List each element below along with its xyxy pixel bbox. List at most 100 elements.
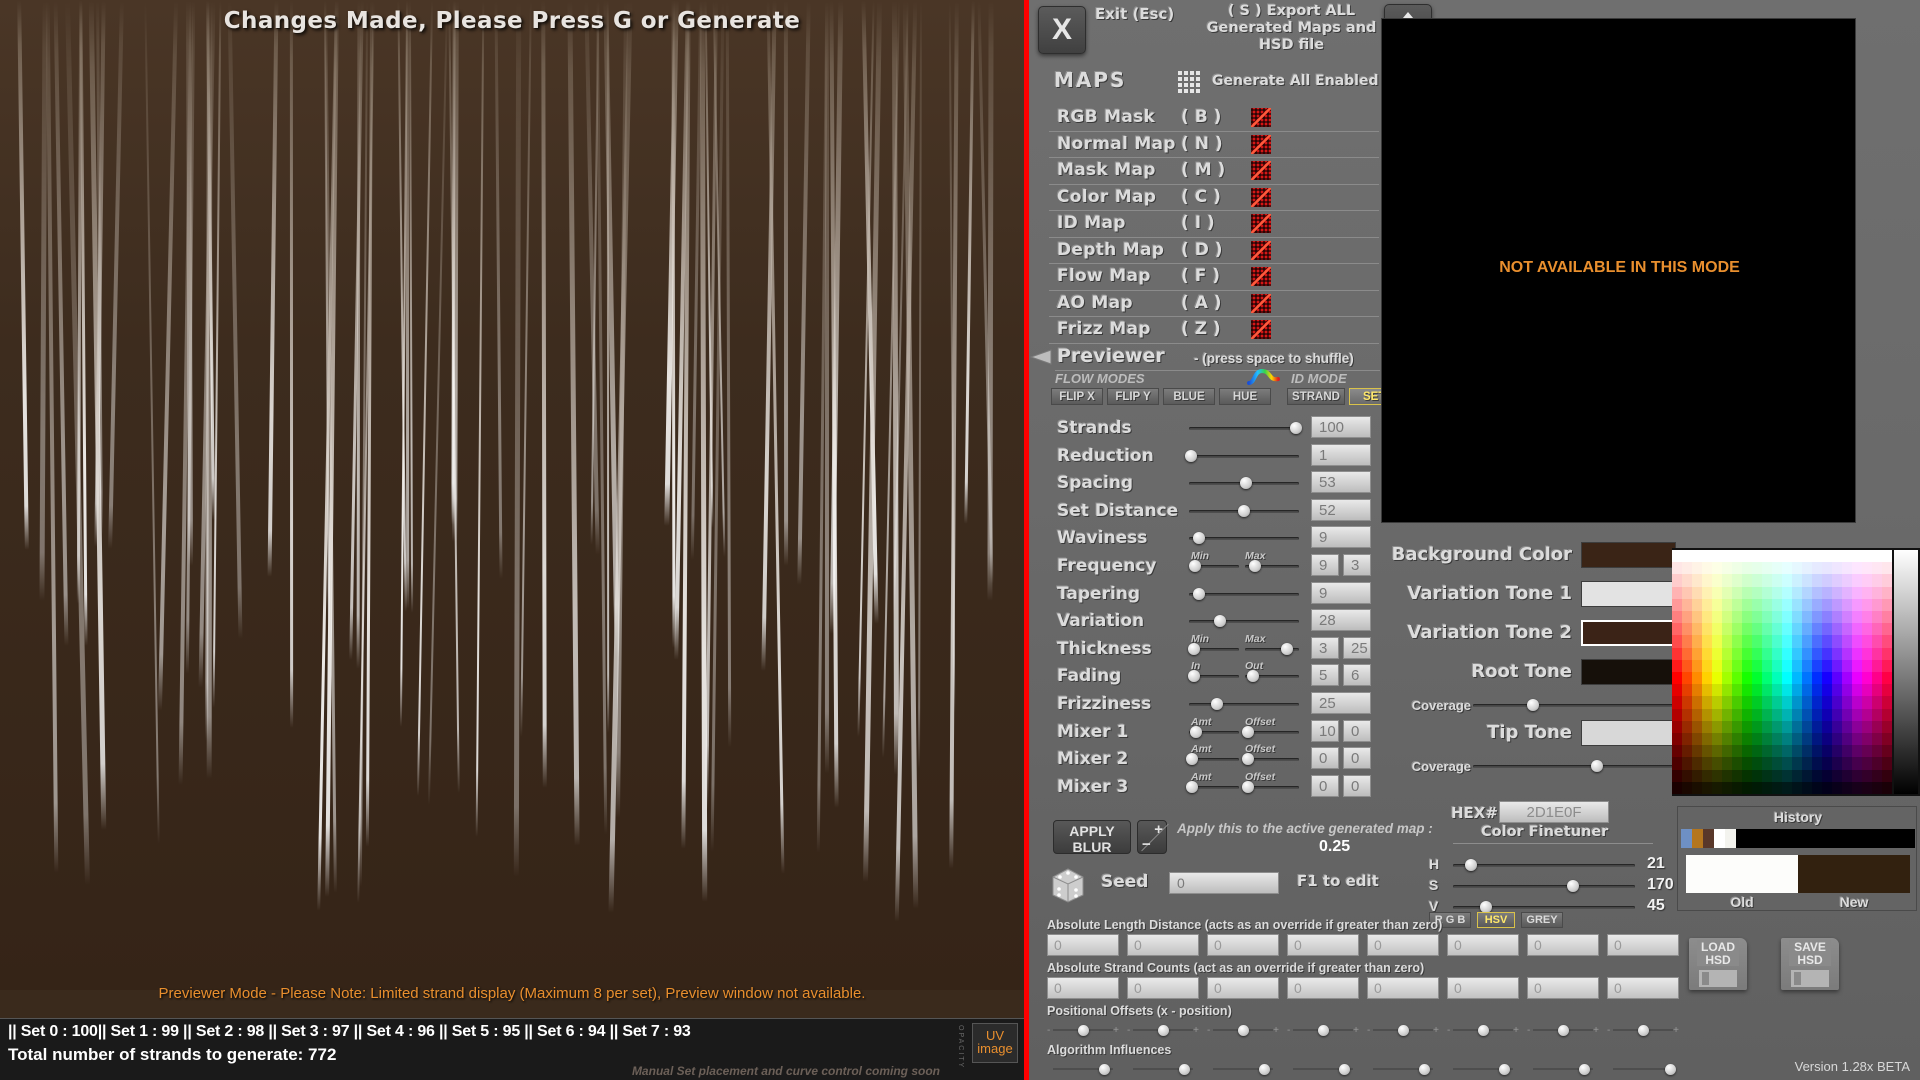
slider-knob[interactable] (1185, 449, 1198, 462)
flow_buttons-button-blue[interactable]: BLUE (1163, 388, 1215, 405)
slider-knob[interactable] (1242, 753, 1255, 766)
numeric-field[interactable]: 0 (1607, 977, 1679, 999)
slider-knob[interactable] (1186, 780, 1198, 793)
color-picker[interactable] (1672, 548, 1920, 796)
slider-value[interactable]: 100 (1311, 416, 1371, 438)
map-row-frizz-map[interactable]: Frizz Map ( Z ) (1049, 317, 1379, 344)
slider-knob[interactable] (1192, 532, 1205, 545)
slider-knob[interactable] (1240, 477, 1253, 490)
minus-icon[interactable]: - (1447, 1025, 1450, 1036)
slider-value[interactable]: 52 (1311, 498, 1371, 521)
tone-swatch[interactable] (1581, 620, 1676, 646)
map-enable-swatch[interactable] (1251, 161, 1271, 180)
map-enable-swatch[interactable] (1251, 214, 1271, 233)
mini-slider[interactable]: - + (1447, 1020, 1519, 1040)
slider-value[interactable]: 1 (1311, 443, 1371, 466)
coverage-knob[interactable] (1591, 760, 1603, 772)
load-hsd-button[interactable]: LOAD HSD (1689, 938, 1747, 990)
slider-knob[interactable] (1246, 670, 1259, 683)
coverage-track[interactable] (1473, 704, 1673, 707)
slider-knob[interactable] (1210, 697, 1223, 710)
mini-slider[interactable] (1207, 1059, 1279, 1079)
mini-slider[interactable] (1367, 1059, 1439, 1079)
numeric-field[interactable]: 0 (1207, 934, 1279, 956)
map-enable-swatch[interactable] (1251, 134, 1271, 154)
slider-track[interactable] (1189, 702, 1299, 706)
slider-track[interactable] (1189, 537, 1299, 541)
plus-icon[interactable]: + (1353, 1025, 1359, 1036)
numeric-field[interactable]: 0 (1447, 977, 1519, 999)
map-row-normal-map[interactable]: Normal Map( N ) (1049, 132, 1379, 158)
slider-knob[interactable] (1248, 559, 1261, 572)
viewport[interactable]: Changes Made, Please Press G or Generate… (0, 0, 1024, 1080)
map-enable-swatch[interactable] (1251, 267, 1271, 286)
mini-knob[interactable] (1499, 1064, 1510, 1075)
slider-value[interactable]: 10 (1311, 719, 1339, 742)
numeric-field[interactable]: 0 (1127, 934, 1199, 956)
numeric-field[interactable]: 0 (1607, 934, 1679, 956)
numeric-field[interactable]: 0 (1047, 934, 1119, 956)
slider-value-2[interactable]: 6 (1343, 664, 1371, 687)
new-color-swatch[interactable] (1798, 855, 1910, 893)
flow_buttons-button-hue[interactable]: HUE (1219, 388, 1271, 405)
minus-icon[interactable]: - (1207, 1025, 1210, 1036)
minus-icon[interactable]: - (1047, 1025, 1050, 1036)
tone-swatch[interactable] (1581, 542, 1676, 568)
slider-value[interactable]: 9 (1311, 526, 1371, 549)
mini-knob[interactable] (1419, 1064, 1430, 1075)
mini-slider[interactable]: - + (1127, 1020, 1199, 1040)
map-row-ao-map[interactable]: AO Map ( A ) (1049, 291, 1379, 317)
history-swatch[interactable] (1692, 829, 1703, 848)
plus-icon[interactable]: + (1593, 1025, 1599, 1036)
slider-knob[interactable] (1242, 780, 1255, 793)
slider-knob[interactable] (1188, 670, 1200, 683)
mini-knob[interactable] (1339, 1064, 1350, 1075)
exit-button[interactable]: X (1038, 6, 1086, 54)
blur-stepper[interactable]: + − (1137, 820, 1169, 854)
mini-slider[interactable]: - + (1607, 1020, 1679, 1040)
plus-icon[interactable]: + (1673, 1025, 1679, 1036)
mini-knob[interactable] (1579, 1064, 1590, 1075)
plus-icon[interactable]: + (1513, 1025, 1519, 1036)
minus-icon[interactable]: - (1527, 1025, 1530, 1036)
mini-knob[interactable] (1238, 1025, 1249, 1036)
hsv-knob[interactable] (1567, 880, 1580, 892)
flow_buttons-button-flip-y[interactable]: FLIP Y (1107, 388, 1159, 405)
old-color-swatch[interactable] (1686, 855, 1798, 893)
mini-slider[interactable]: - + (1287, 1020, 1359, 1040)
map-row-rgb-mask[interactable]: RGB Mask ( B ) (1049, 105, 1379, 132)
slider-value-2[interactable]: 0 (1343, 747, 1371, 770)
numeric-field[interactable]: 0 (1287, 934, 1359, 956)
slider-value-2[interactable]: 25 (1343, 636, 1371, 659)
numeric-field[interactable]: 0 (1367, 934, 1439, 956)
mini-slider[interactable] (1527, 1059, 1599, 1079)
mini-slider[interactable] (1047, 1059, 1119, 1079)
slider-value[interactable]: 9 (1311, 581, 1371, 604)
mini-slider[interactable] (1287, 1059, 1359, 1079)
slider-track[interactable] (1189, 427, 1299, 430)
minus-icon[interactable]: - (1367, 1025, 1370, 1036)
map-enable-swatch[interactable] (1251, 187, 1271, 207)
dice-icon[interactable] (1049, 865, 1087, 903)
history-swatch[interactable] (1681, 829, 1692, 848)
slider-value[interactable]: 53 (1311, 471, 1371, 494)
hsv-knob[interactable] (1465, 859, 1478, 871)
mini-knob[interactable] (1638, 1025, 1649, 1036)
slider-knob[interactable] (1186, 753, 1198, 766)
grid-dots-icon[interactable] (1177, 70, 1205, 96)
slider-knob[interactable] (1213, 615, 1226, 628)
mini-slider[interactable]: - + (1367, 1020, 1439, 1040)
plus-icon[interactable]: + (1193, 1025, 1199, 1036)
minus-icon[interactable]: - (1127, 1025, 1130, 1036)
save-hsd-button[interactable]: SAVE HSD (1781, 938, 1839, 990)
apply-blur-button[interactable]: APPLY BLUR (1053, 820, 1131, 855)
numeric-field[interactable]: 0 (1287, 977, 1359, 999)
mini-knob[interactable] (1099, 1064, 1110, 1075)
mini-knob[interactable] (1398, 1025, 1409, 1036)
slider-value-2[interactable]: 0 (1343, 719, 1371, 742)
numeric-field[interactable]: 0 (1367, 977, 1439, 999)
mini-knob[interactable] (1179, 1064, 1190, 1075)
hex-input[interactable]: 2D1E0F (1499, 801, 1609, 823)
plus-icon[interactable]: + (1433, 1025, 1439, 1036)
map-enable-swatch[interactable] (1251, 108, 1271, 127)
